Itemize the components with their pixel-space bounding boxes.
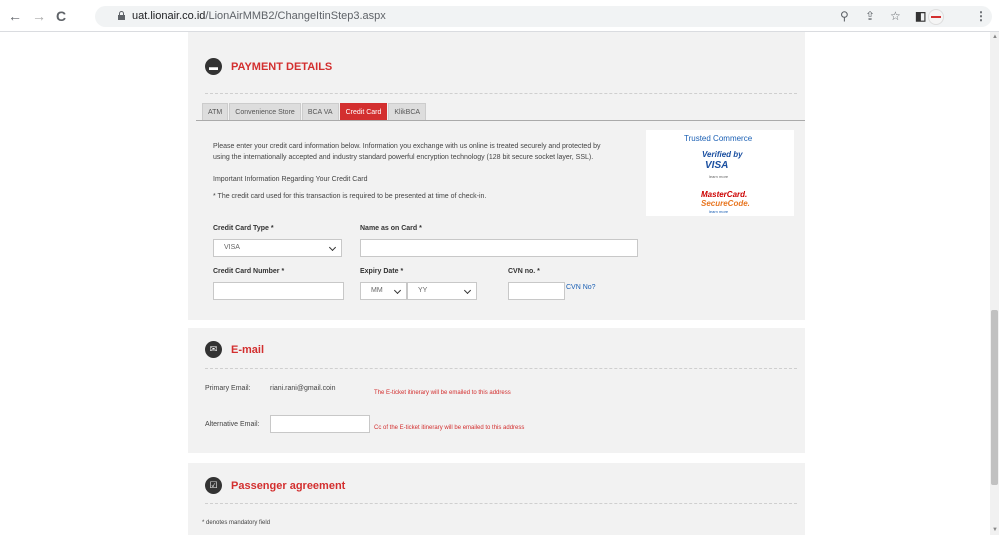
agreement-header: ☑ Passenger agreement <box>205 477 345 494</box>
menu-icon[interactable]: ⋮ <box>975 9 987 23</box>
trusted-commerce-badge: Trusted Commerce Verified by VISA learn … <box>646 130 794 216</box>
profile-avatar[interactable] <box>928 9 944 25</box>
verified-by-visa-logo: Verified by <box>702 150 743 159</box>
cvn-label: CVN no. * <box>508 268 540 275</box>
card-type-value: VISA <box>224 244 240 251</box>
trusted-commerce-image: Trusted Commerce <box>684 134 753 143</box>
clipboard-check-icon: ☑ <box>205 477 222 494</box>
passenger-agreement-panel: ☑ Passenger agreement * denotes mandator… <box>188 463 805 535</box>
name-on-card-label: Name as on Card * <box>360 225 422 232</box>
envelope-icon: ✉ <box>205 341 222 358</box>
tab-atm[interactable]: ATM <box>202 103 229 121</box>
tab-underline <box>196 120 805 121</box>
cvn-input[interactable] <box>508 282 565 300</box>
agreement-title: Passenger agreement <box>231 479 346 492</box>
checkin-notice: * The credit card used for this transact… <box>213 193 487 200</box>
cvn-help-link[interactable]: CVN No? <box>566 284 596 291</box>
expiry-month-select[interactable]: MM <box>360 282 407 300</box>
visa-learn-more-link[interactable]: learn more <box>709 174 728 179</box>
address-bar[interactable]: uat.lionair.co.id/LionAirMMB2/ChangeItin… <box>95 6 992 27</box>
scroll-up-icon[interactable]: ▲ <box>992 34 998 40</box>
forward-icon[interactable]: → <box>32 8 46 24</box>
visa-logo: VISA <box>705 160 729 171</box>
sidebar-icon[interactable]: ◧ <box>915 9 926 23</box>
scrollbar[interactable]: ▲ ▼ <box>990 32 999 535</box>
card-number-input[interactable] <box>213 282 344 300</box>
divider <box>205 503 797 504</box>
card-icon: ▬ <box>205 58 222 75</box>
scrollbar-thumb[interactable] <box>991 310 998 485</box>
card-number-label: Credit Card Number * <box>213 268 285 275</box>
page-viewport: ▬ PAYMENT DETAILS ATM Convenience Store … <box>0 32 999 535</box>
email-panel: ✉ E-mail Primary Email: riani.rani@gmail… <box>188 328 805 453</box>
payment-header: ▬ PAYMENT DETAILS <box>205 58 332 75</box>
bookmark-star-icon[interactable]: ☆ <box>890 9 901 23</box>
tab-credit-card[interactable]: Credit Card <box>339 103 388 121</box>
expiry-year-value: YY <box>418 287 428 294</box>
url-text[interactable]: uat.lionair.co.id/LionAirMMB2/ChangeItin… <box>132 10 386 22</box>
primary-email-label: Primary Email: <box>205 385 251 392</box>
primary-email-value: riani.rani@gmail.coin <box>270 385 336 392</box>
tab-bca-va[interactable]: BCA VA <box>301 103 339 121</box>
expiry-month-value: MM <box>371 287 383 294</box>
chevron-down-icon <box>463 286 472 295</box>
reload-icon[interactable]: C <box>56 8 66 24</box>
divider <box>205 368 797 369</box>
chevron-down-icon <box>328 243 337 252</box>
intro-text-2: using the internationally accepted and i… <box>213 154 594 161</box>
tab-klikbca[interactable]: KlikBCA <box>388 103 427 121</box>
name-on-card-input[interactable] <box>360 239 638 257</box>
browser-toolbar: ← → C uat.lionair.co.id/LionAirMMB2/Chan… <box>0 0 999 32</box>
divider <box>205 93 797 94</box>
securecode-logo: SecureCode. <box>701 199 750 208</box>
back-icon[interactable]: ← <box>8 8 22 24</box>
expiry-year-select[interactable]: YY <box>407 282 477 300</box>
chevron-down-icon <box>393 286 402 295</box>
expiry-date-label: Expiry Date * <box>360 268 404 275</box>
scroll-down-icon[interactable]: ▼ <box>992 527 998 533</box>
card-type-label: Credit Card Type * <box>213 225 274 232</box>
alternative-email-note: Cc of the E-ticket itinerary will be ema… <box>374 425 525 431</box>
mastercard-learn-more-link[interactable]: learn more <box>709 209 728 214</box>
mandatory-field-note: * denotes mandatory field <box>202 520 271 526</box>
email-header: ✉ E-mail <box>205 341 264 358</box>
lock-icon <box>118 11 125 20</box>
primary-email-note: The E-ticket itinerary will be emailed t… <box>374 390 511 396</box>
alternative-email-input[interactable] <box>270 415 370 433</box>
card-type-select[interactable]: VISA <box>213 239 342 257</box>
important-info: Important Information Regarding Your Cre… <box>213 176 368 183</box>
email-title: E-mail <box>231 343 265 356</box>
share-icon[interactable]: ⇪ <box>865 9 875 23</box>
intro-text: Please enter your credit card informatio… <box>213 143 601 150</box>
payment-details-panel: ▬ PAYMENT DETAILS ATM Convenience Store … <box>188 32 805 320</box>
payment-title: PAYMENT DETAILS <box>231 60 333 73</box>
alternative-email-label: Alternative Email: <box>205 421 260 428</box>
mastercard-logo: MasterCard. <box>701 190 748 199</box>
zoom-icon[interactable]: ⚲ <box>840 9 849 23</box>
payment-tabs: ATM Convenience Store BCA VA Credit Card… <box>202 103 427 121</box>
tab-convenience-store[interactable]: Convenience Store <box>229 103 301 121</box>
